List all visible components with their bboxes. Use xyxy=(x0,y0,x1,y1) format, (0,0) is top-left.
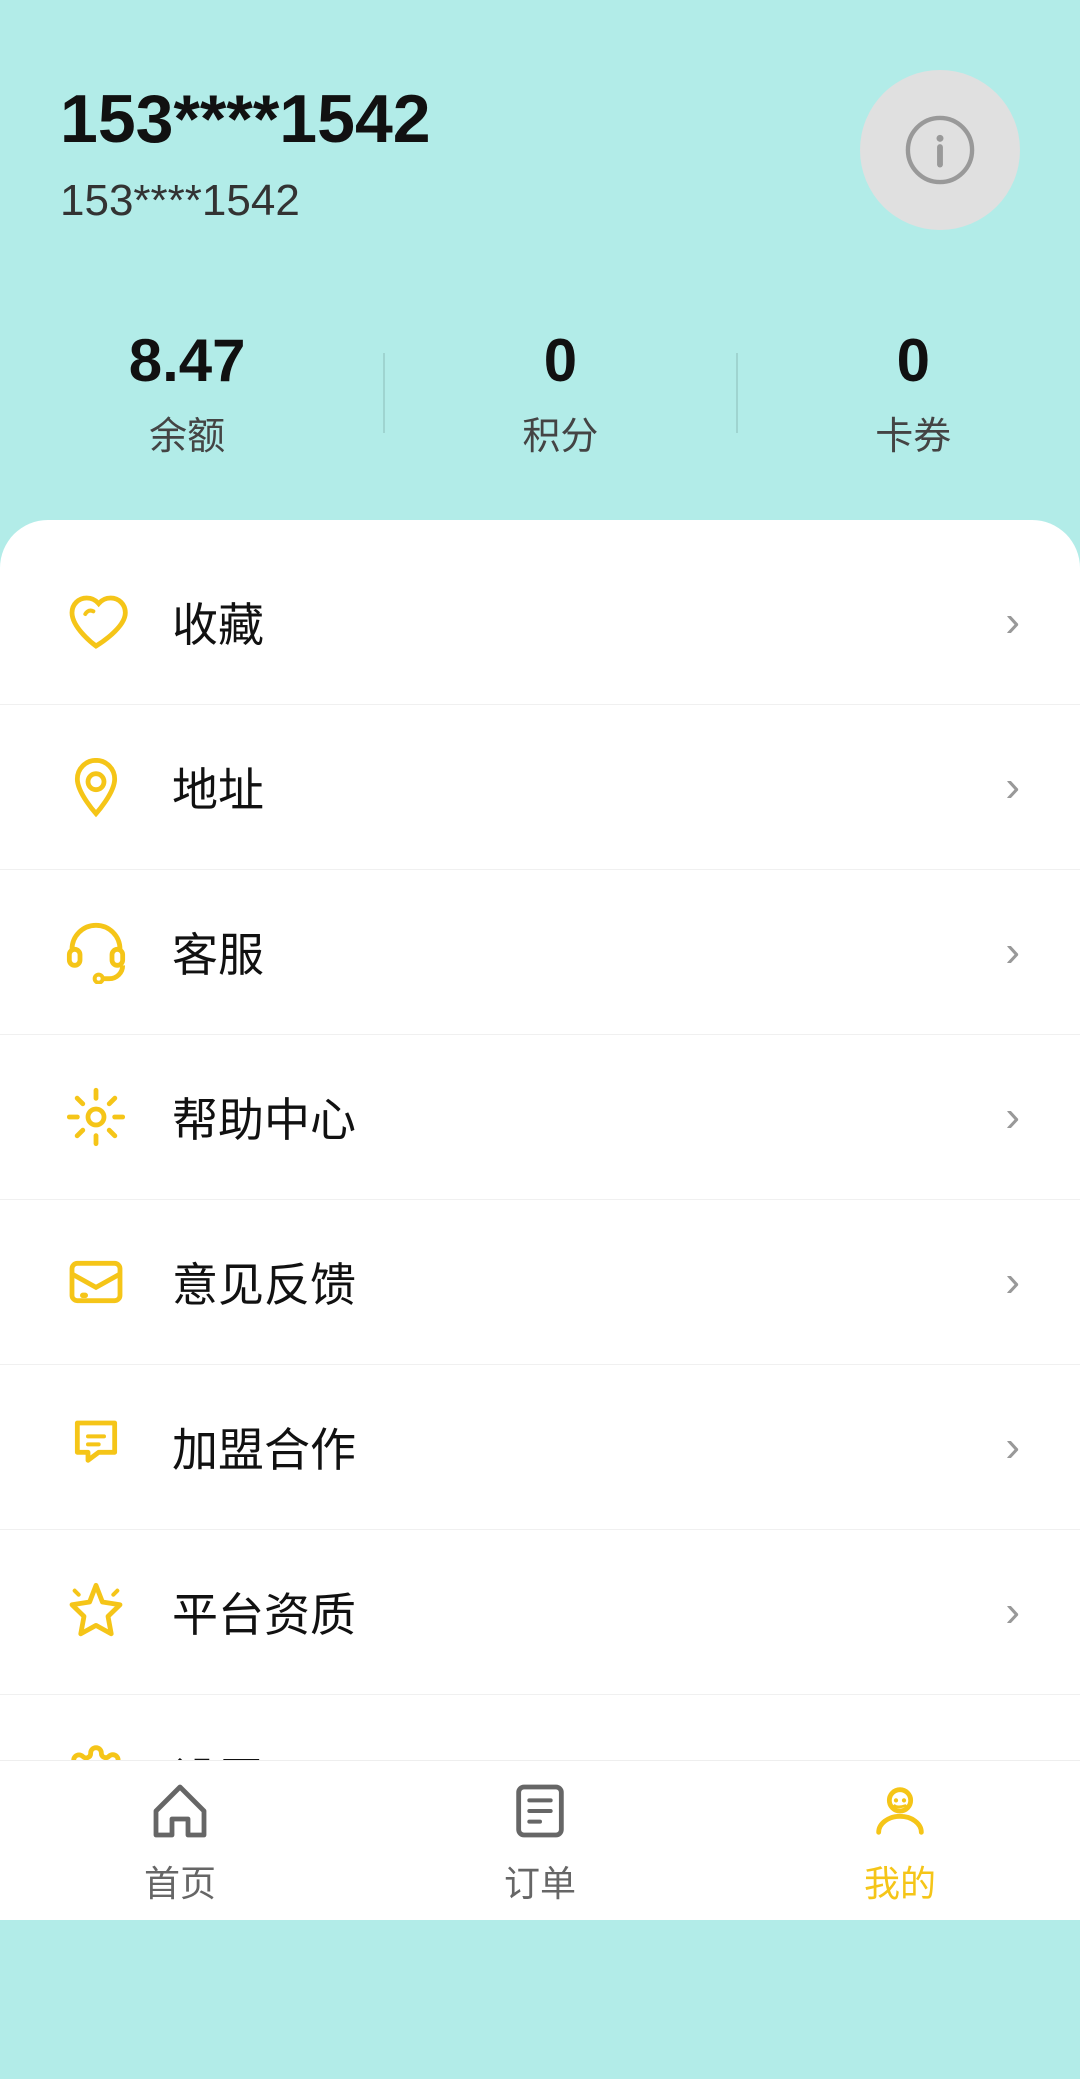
partnership-icon xyxy=(60,1411,132,1483)
tab-home-label: 首页 xyxy=(144,1855,216,1907)
partnership-arrow: › xyxy=(1005,1422,1020,1472)
points-stat[interactable]: 0 积分 xyxy=(522,326,598,460)
orders-icon xyxy=(504,1775,576,1847)
avatar[interactable] xyxy=(860,70,1020,230)
voucher-stat[interactable]: 0 卡券 xyxy=(875,326,951,460)
address-label: 地址 xyxy=(172,754,1005,820)
menu-item-favorites[interactable]: 收藏 › xyxy=(0,540,1080,705)
menu-item-partnership[interactable]: 加盟合作 › xyxy=(0,1365,1080,1530)
points-value: 0 xyxy=(544,326,577,395)
platform-qualify-label: 平台资质 xyxy=(172,1579,1005,1645)
balance-label: 余额 xyxy=(149,405,225,460)
favorites-label: 收藏 xyxy=(172,589,1005,655)
mine-icon xyxy=(864,1775,936,1847)
menu-item-address[interactable]: 地址 › xyxy=(0,705,1080,870)
feedback-label: 意见反馈 xyxy=(172,1249,1005,1315)
heart-icon xyxy=(60,586,132,658)
tab-mine[interactable]: 我的 xyxy=(720,1775,1080,1907)
tab-orders[interactable]: 订单 xyxy=(360,1775,720,1907)
feedback-arrow: › xyxy=(1005,1257,1020,1307)
help-center-arrow: › xyxy=(1005,1092,1020,1142)
home-icon xyxy=(144,1775,216,1847)
menu-item-help-center[interactable]: 帮助中心 › xyxy=(0,1035,1080,1200)
stat-divider-2 xyxy=(736,353,738,433)
tab-bar: 首页 订单 我的 xyxy=(0,1760,1080,1920)
stat-divider-1 xyxy=(383,353,385,433)
info-icon xyxy=(905,115,975,185)
customer-service-arrow: › xyxy=(1005,927,1020,977)
profile-header: 153****1542 153****1542 xyxy=(0,0,1080,286)
customer-service-label: 客服 xyxy=(172,919,1005,985)
address-arrow: › xyxy=(1005,762,1020,812)
menu-item-feedback[interactable]: 意见反馈 › xyxy=(0,1200,1080,1365)
points-label: 积分 xyxy=(522,405,598,460)
headset-icon xyxy=(60,916,132,988)
tab-home[interactable]: 首页 xyxy=(0,1775,360,1907)
platform-qualify-arrow: › xyxy=(1005,1587,1020,1637)
balance-stat[interactable]: 8.47 余额 xyxy=(129,326,246,460)
favorites-arrow: › xyxy=(1005,597,1020,647)
location-icon xyxy=(60,751,132,823)
tab-orders-label: 订单 xyxy=(504,1855,576,1907)
feedback-icon xyxy=(60,1246,132,1318)
qualify-icon xyxy=(60,1576,132,1648)
stats-row: 8.47 余额 0 积分 0 卡券 xyxy=(0,286,1080,520)
help-center-label: 帮助中心 xyxy=(172,1084,1005,1150)
menu-card: 收藏 › 地址 › 客服 › xyxy=(0,520,1080,1879)
voucher-label: 卡券 xyxy=(875,405,951,460)
tab-mine-label: 我的 xyxy=(864,1855,936,1907)
menu-item-customer-service[interactable]: 客服 › xyxy=(0,870,1080,1035)
balance-value: 8.47 xyxy=(129,326,246,395)
menu-item-platform-qualify[interactable]: 平台资质 › xyxy=(0,1530,1080,1695)
voucher-value: 0 xyxy=(897,326,930,395)
help-icon xyxy=(60,1081,132,1153)
partnership-label: 加盟合作 xyxy=(172,1414,1005,1480)
